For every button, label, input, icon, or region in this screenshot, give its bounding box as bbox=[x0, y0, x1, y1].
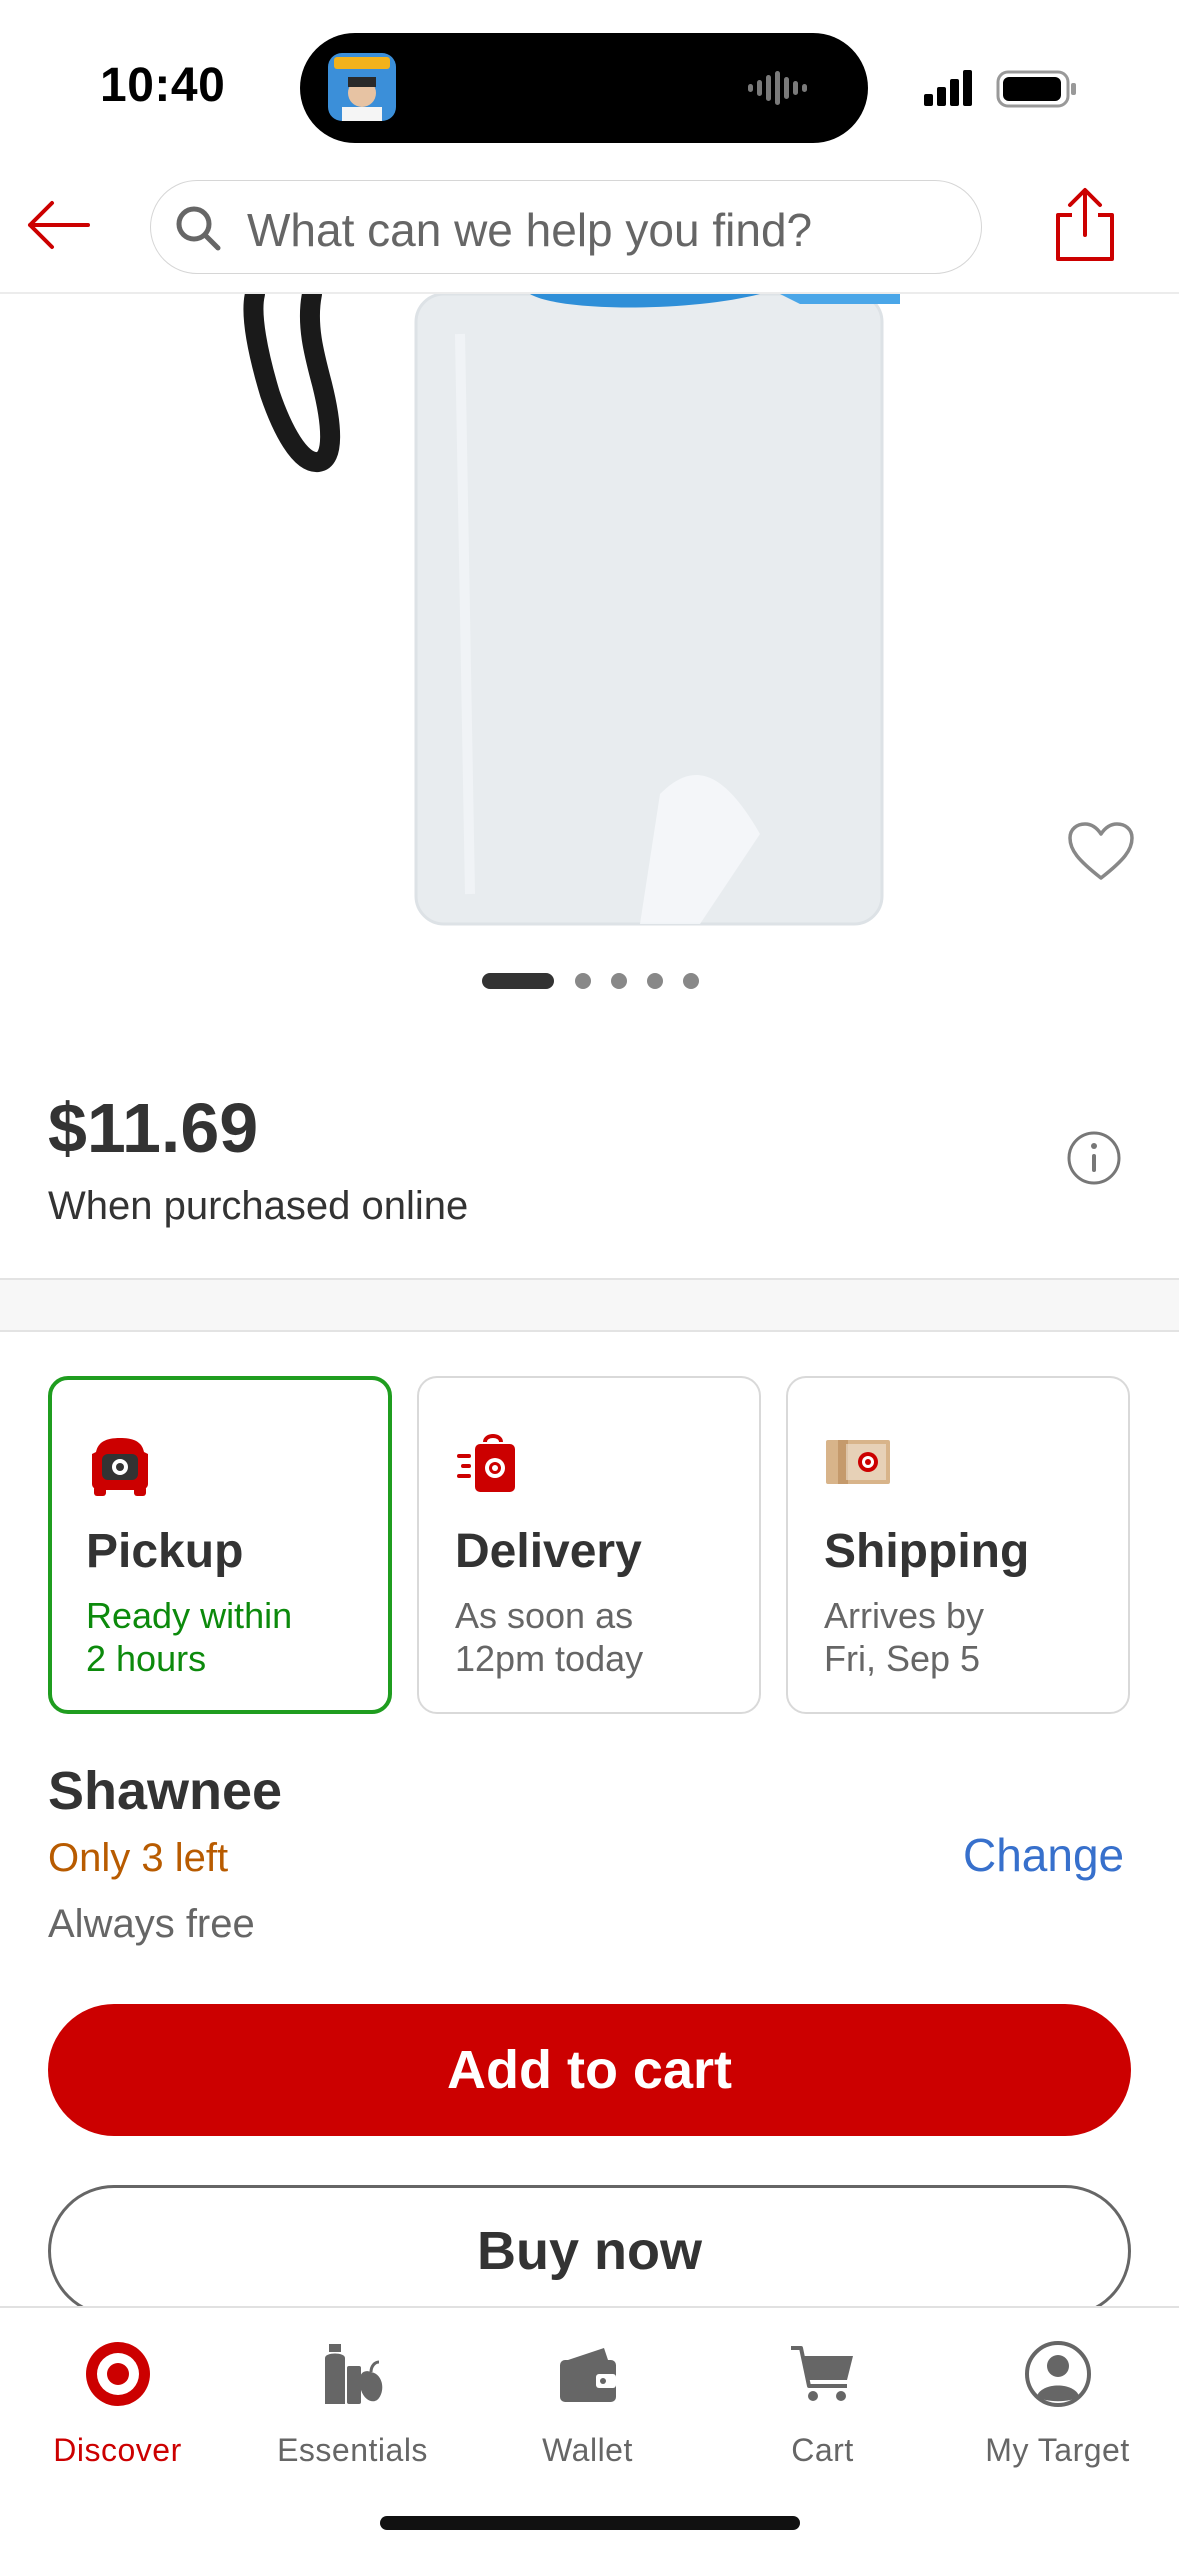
card-title: Shipping bbox=[824, 1525, 1030, 1578]
tab-essentials[interactable]: Essentials bbox=[235, 2338, 470, 2478]
tab-label: Essentials bbox=[277, 2432, 428, 2468]
favorite-heart-icon[interactable] bbox=[1066, 820, 1136, 884]
card-subtitle: As soon as 12pm today bbox=[455, 1595, 644, 1679]
stock-status: Only 3 left bbox=[48, 1836, 229, 1880]
image-pagination-dots[interactable] bbox=[480, 971, 705, 991]
status-time: 10:40 bbox=[100, 59, 226, 112]
price-note: When purchased online bbox=[48, 1184, 469, 1228]
search-icon bbox=[173, 203, 223, 253]
tab-cart[interactable]: Cart bbox=[705, 2338, 940, 2478]
back-arrow-icon[interactable] bbox=[20, 195, 100, 255]
wallet-icon bbox=[552, 2338, 624, 2410]
buy-now-button[interactable]: Buy now bbox=[48, 2185, 1131, 2317]
tab-discover[interactable]: Discover bbox=[0, 2338, 235, 2478]
tab-label: My Target bbox=[985, 2432, 1130, 2468]
search-placeholder: What can we help you find? bbox=[247, 204, 813, 256]
share-icon[interactable] bbox=[1050, 185, 1120, 265]
tab-wallet[interactable]: Wallet bbox=[470, 2338, 705, 2478]
add-to-cart-button[interactable]: Add to cart bbox=[48, 2004, 1131, 2136]
product-image[interactable] bbox=[0, 284, 1179, 974]
target-logo-icon bbox=[82, 2338, 154, 2410]
pickup-cost: Always free bbox=[48, 1902, 255, 1946]
fulfillment-card-delivery[interactable]: Delivery As soon as 12pm today bbox=[417, 1376, 761, 1714]
search-bar[interactable]: What can we help you find? bbox=[150, 180, 982, 274]
shipping-box-icon bbox=[824, 1428, 892, 1496]
account-icon bbox=[1022, 2338, 1094, 2410]
status-icons bbox=[920, 64, 1080, 112]
fulfillment-card-pickup[interactable]: Pickup Ready within 2 hours bbox=[48, 1376, 392, 1714]
cellular-signal-icon bbox=[924, 70, 1076, 108]
tab-my-target[interactable]: My Target bbox=[940, 2338, 1175, 2478]
tab-label: Wallet bbox=[542, 2432, 633, 2468]
audio-waveform-icon bbox=[746, 71, 810, 105]
card-title: Delivery bbox=[455, 1525, 642, 1578]
delivery-bag-icon bbox=[455, 1428, 523, 1496]
dynamic-island[interactable] bbox=[300, 33, 868, 143]
card-subtitle: Arrives by Fri, Sep 5 bbox=[824, 1595, 985, 1679]
fulfillment-card-shipping[interactable]: Shipping Arrives by Fri, Sep 5 bbox=[786, 1376, 1130, 1714]
tab-label: Discover bbox=[53, 2432, 182, 2468]
store-name: Shawnee bbox=[48, 1761, 283, 1821]
tab-label: Cart bbox=[791, 2432, 854, 2468]
section-separator bbox=[0, 1278, 1179, 1332]
essentials-icon bbox=[317, 2338, 389, 2410]
change-store-link[interactable]: Change bbox=[963, 1828, 1124, 1882]
home-indicator[interactable] bbox=[380, 2516, 800, 2530]
live-activity-avatar bbox=[328, 53, 396, 121]
cart-icon bbox=[787, 2338, 859, 2410]
info-icon[interactable] bbox=[1066, 1130, 1122, 1186]
card-subtitle: Ready within 2 hours bbox=[86, 1595, 293, 1679]
product-price: $11.69 bbox=[48, 1089, 259, 1167]
pickup-car-icon bbox=[86, 1430, 154, 1498]
card-title: Pickup bbox=[86, 1525, 244, 1578]
